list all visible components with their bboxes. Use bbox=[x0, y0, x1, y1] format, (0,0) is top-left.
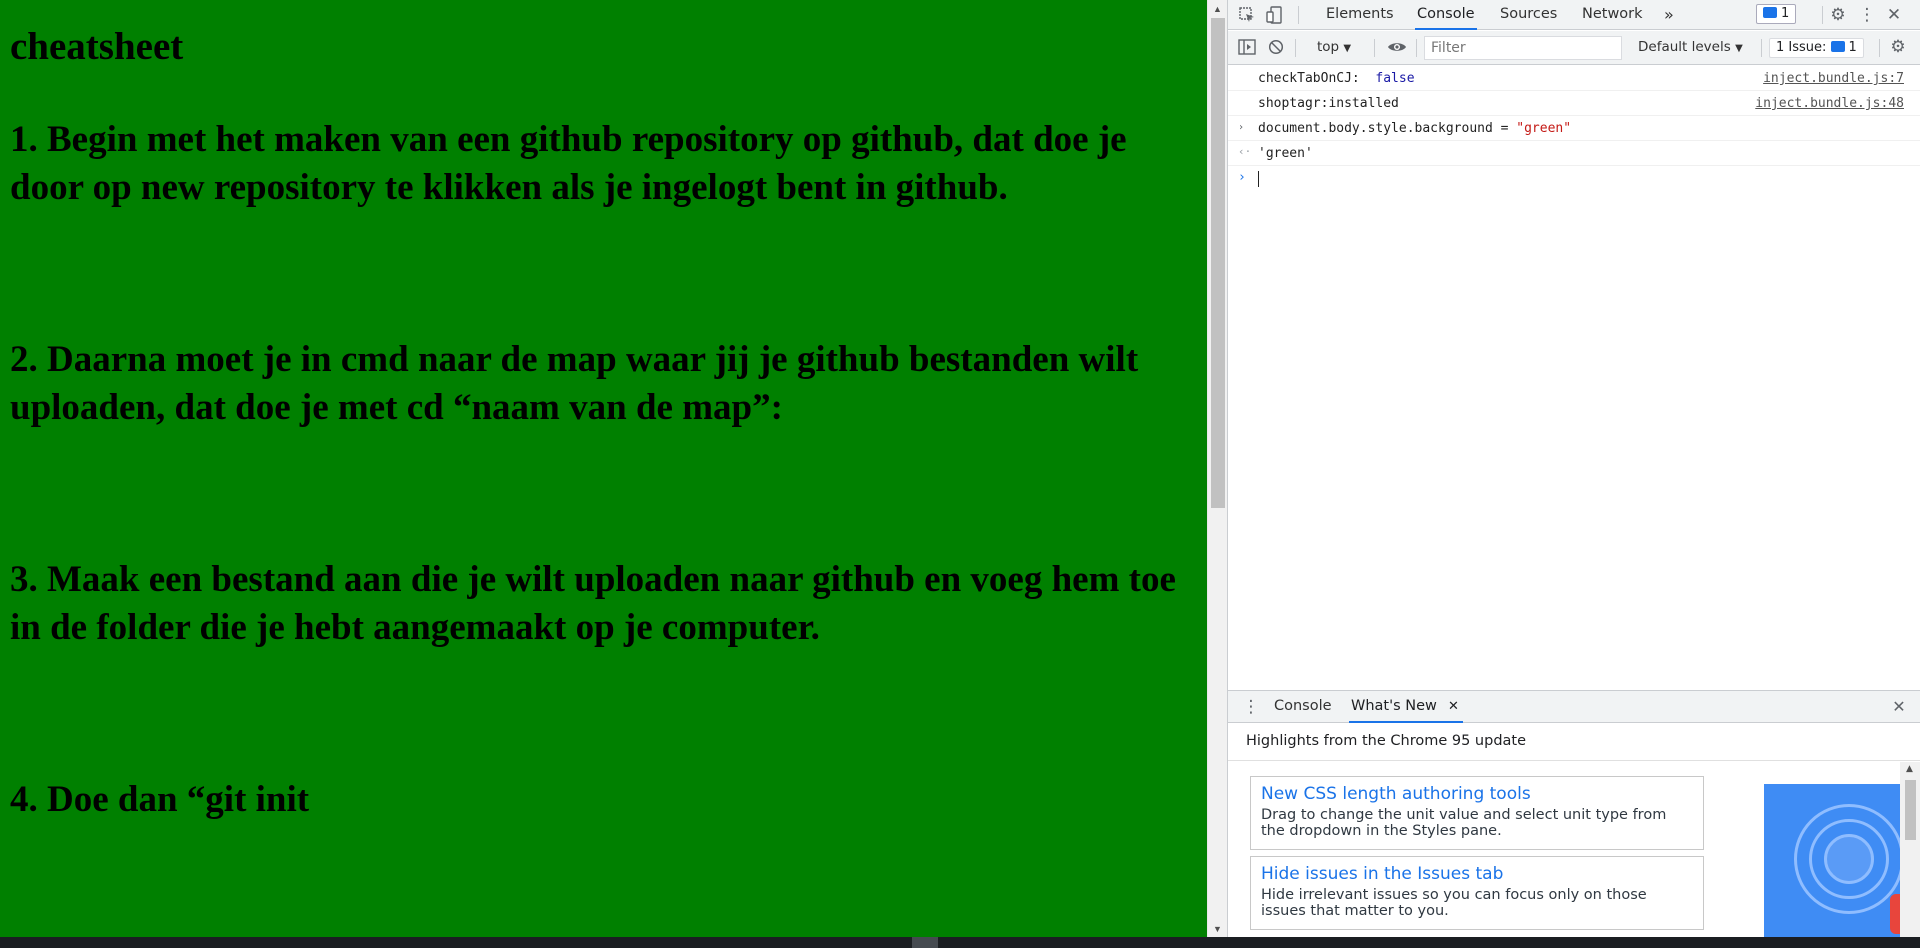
message-icon bbox=[1763, 7, 1777, 18]
console-prompt-input[interactable] bbox=[1258, 171, 1259, 188]
whats-new-card[interactable]: Hide issues in the Issues tab Hide irrel… bbox=[1250, 856, 1704, 930]
step-3: 3. Maak een bestand aan die je wilt uplo… bbox=[10, 559, 1176, 648]
context-select-value: top bbox=[1317, 39, 1340, 55]
filter-input[interactable] bbox=[1424, 36, 1622, 60]
issues-badge-count: 1 bbox=[1781, 6, 1790, 21]
toolbar-separator bbox=[1761, 39, 1762, 57]
step-4: 4. Doe dan “git init bbox=[10, 779, 310, 820]
taskbar-active-item[interactable] bbox=[912, 937, 938, 948]
text-caret bbox=[1258, 171, 1259, 187]
more-tabs-icon[interactable]: » bbox=[1662, 0, 1676, 30]
scroll-up-icon[interactable]: ▲ bbox=[1213, 4, 1222, 14]
console-log-text: checkTabOnCJ: false bbox=[1258, 71, 1415, 86]
toolbar-separator bbox=[1374, 39, 1375, 57]
page-scrollbar[interactable]: ▲ ▼ bbox=[1207, 0, 1227, 937]
toolbar-separator bbox=[1416, 39, 1417, 57]
toolbar-separator bbox=[1879, 39, 1880, 57]
console-toolbar: top ▼ Default levels ▼ 1 Issue: 1 ⚙ bbox=[1228, 31, 1920, 65]
console-settings-icon[interactable]: ⚙ bbox=[1889, 38, 1907, 56]
console-input-row: › document.body.style.background = "gree… bbox=[1228, 116, 1920, 141]
kebab-menu-icon[interactable]: ⋮ bbox=[1858, 6, 1876, 24]
drawer-tab-console[interactable]: Console bbox=[1272, 691, 1334, 723]
prompt-icon: › bbox=[1238, 170, 1246, 185]
input-string: "green" bbox=[1516, 121, 1572, 136]
input-code: document.body.style.background = bbox=[1258, 121, 1517, 136]
step-1: 1. Begin met het maken van een github re… bbox=[10, 119, 1127, 208]
drawer-tab-whats-new[interactable]: What's New ✕ bbox=[1349, 691, 1463, 723]
page-scrollbar-thumb[interactable] bbox=[1211, 18, 1225, 508]
log-value: false bbox=[1375, 71, 1415, 86]
drawer-menu-icon[interactable]: ⋮ bbox=[1242, 698, 1260, 716]
issues-label: 1 Issue: bbox=[1776, 40, 1827, 55]
clear-console-icon[interactable] bbox=[1267, 39, 1285, 57]
chevron-down-icon: ▼ bbox=[1343, 43, 1352, 54]
prompt-icon: › bbox=[1238, 122, 1245, 133]
log-text: shoptagr:installed bbox=[1258, 96, 1399, 111]
drawer-tab-whats-new-label: What's New bbox=[1351, 698, 1437, 714]
drawer-scrollbar[interactable]: ▲ bbox=[1900, 762, 1920, 937]
eye-icon[interactable] bbox=[1387, 39, 1406, 57]
card-title-link[interactable]: New CSS length authoring tools bbox=[1261, 783, 1693, 805]
console-result-row: ‹· 'green' bbox=[1228, 141, 1920, 166]
toolbar-separator bbox=[1295, 39, 1296, 57]
source-link[interactable]: inject.bundle.js:48 bbox=[1755, 96, 1904, 111]
step-2: 2. Daarna moet je in cmd naar de map waa… bbox=[10, 339, 1139, 428]
toolbar-separator bbox=[1298, 6, 1299, 24]
close-tab-icon[interactable]: ✕ bbox=[1448, 691, 1459, 722]
drawer-tabbar: ⋮ Console What's New ✕ ✕ bbox=[1228, 690, 1920, 723]
result-icon: ‹· bbox=[1238, 145, 1252, 158]
console-output[interactable]: checkTabOnCJ: false inject.bundle.js:7 s… bbox=[1228, 66, 1920, 690]
drawer-title: Highlights from the Chrome 95 update bbox=[1246, 733, 1527, 749]
card-description: Drag to change the unit value and select… bbox=[1261, 807, 1667, 839]
devtools-panel: Elements Console Sources Network » 1 ⚙ ⋮… bbox=[1228, 0, 1920, 937]
tab-sources[interactable]: Sources bbox=[1498, 0, 1559, 30]
tab-network[interactable]: Network bbox=[1580, 0, 1645, 30]
console-input-text: document.body.style.background = "green" bbox=[1258, 121, 1571, 136]
drawer-scrollbar-thumb[interactable] bbox=[1905, 780, 1916, 840]
drawer-divider bbox=[1228, 760, 1920, 761]
log-levels-value: Default levels bbox=[1638, 39, 1731, 55]
console-log-row: shoptagr:installed inject.bundle.js:48 bbox=[1228, 91, 1920, 116]
tab-elements[interactable]: Elements bbox=[1324, 0, 1396, 30]
source-link[interactable]: inject.bundle.js:7 bbox=[1763, 71, 1904, 86]
context-select[interactable]: top ▼ bbox=[1317, 39, 1351, 55]
promo-ring bbox=[1824, 834, 1874, 884]
whats-new-card[interactable]: New CSS length authoring tools Drag to c… bbox=[1250, 776, 1704, 850]
close-drawer-icon[interactable]: ✕ bbox=[1890, 698, 1908, 716]
issues-count: 1 bbox=[1848, 40, 1857, 55]
tab-console[interactable]: Console bbox=[1415, 0, 1477, 30]
device-toolbar-icon[interactable] bbox=[1266, 6, 1284, 24]
issues-button[interactable]: 1 Issue: 1 bbox=[1769, 38, 1864, 58]
scroll-up-icon[interactable]: ▲ bbox=[1906, 764, 1913, 774]
log-levels-select[interactable]: Default levels ▼ bbox=[1638, 39, 1743, 55]
inspect-icon[interactable] bbox=[1238, 6, 1256, 24]
taskbar bbox=[0, 937, 1920, 948]
promo-image bbox=[1764, 784, 1902, 937]
scroll-down-icon[interactable]: ▼ bbox=[1213, 924, 1222, 934]
page-content: cheatsheet 1. Begin met het maken van ee… bbox=[0, 0, 1207, 937]
console-log-row: checkTabOnCJ: false inject.bundle.js:7 bbox=[1228, 66, 1920, 91]
settings-icon[interactable]: ⚙ bbox=[1829, 6, 1847, 24]
sidebar-toggle-icon[interactable] bbox=[1238, 39, 1256, 57]
issues-badge[interactable]: 1 bbox=[1756, 4, 1797, 24]
console-prompt-row[interactable]: › bbox=[1228, 166, 1920, 191]
message-icon bbox=[1830, 41, 1845, 52]
card-description: Hide irrelevant issues so you can focus … bbox=[1261, 887, 1647, 919]
result-value: 'green' bbox=[1258, 146, 1313, 161]
page-heading: cheatsheet bbox=[10, 25, 184, 68]
devtools-tabbar: Elements Console Sources Network » 1 ⚙ ⋮… bbox=[1228, 0, 1920, 30]
chevron-down-icon: ▼ bbox=[1735, 43, 1743, 54]
toolbar-separator bbox=[1822, 6, 1823, 24]
close-icon[interactable]: ✕ bbox=[1885, 6, 1903, 24]
card-title-link[interactable]: Hide issues in the Issues tab bbox=[1261, 863, 1693, 885]
log-label: checkTabOnCJ: bbox=[1258, 71, 1360, 86]
